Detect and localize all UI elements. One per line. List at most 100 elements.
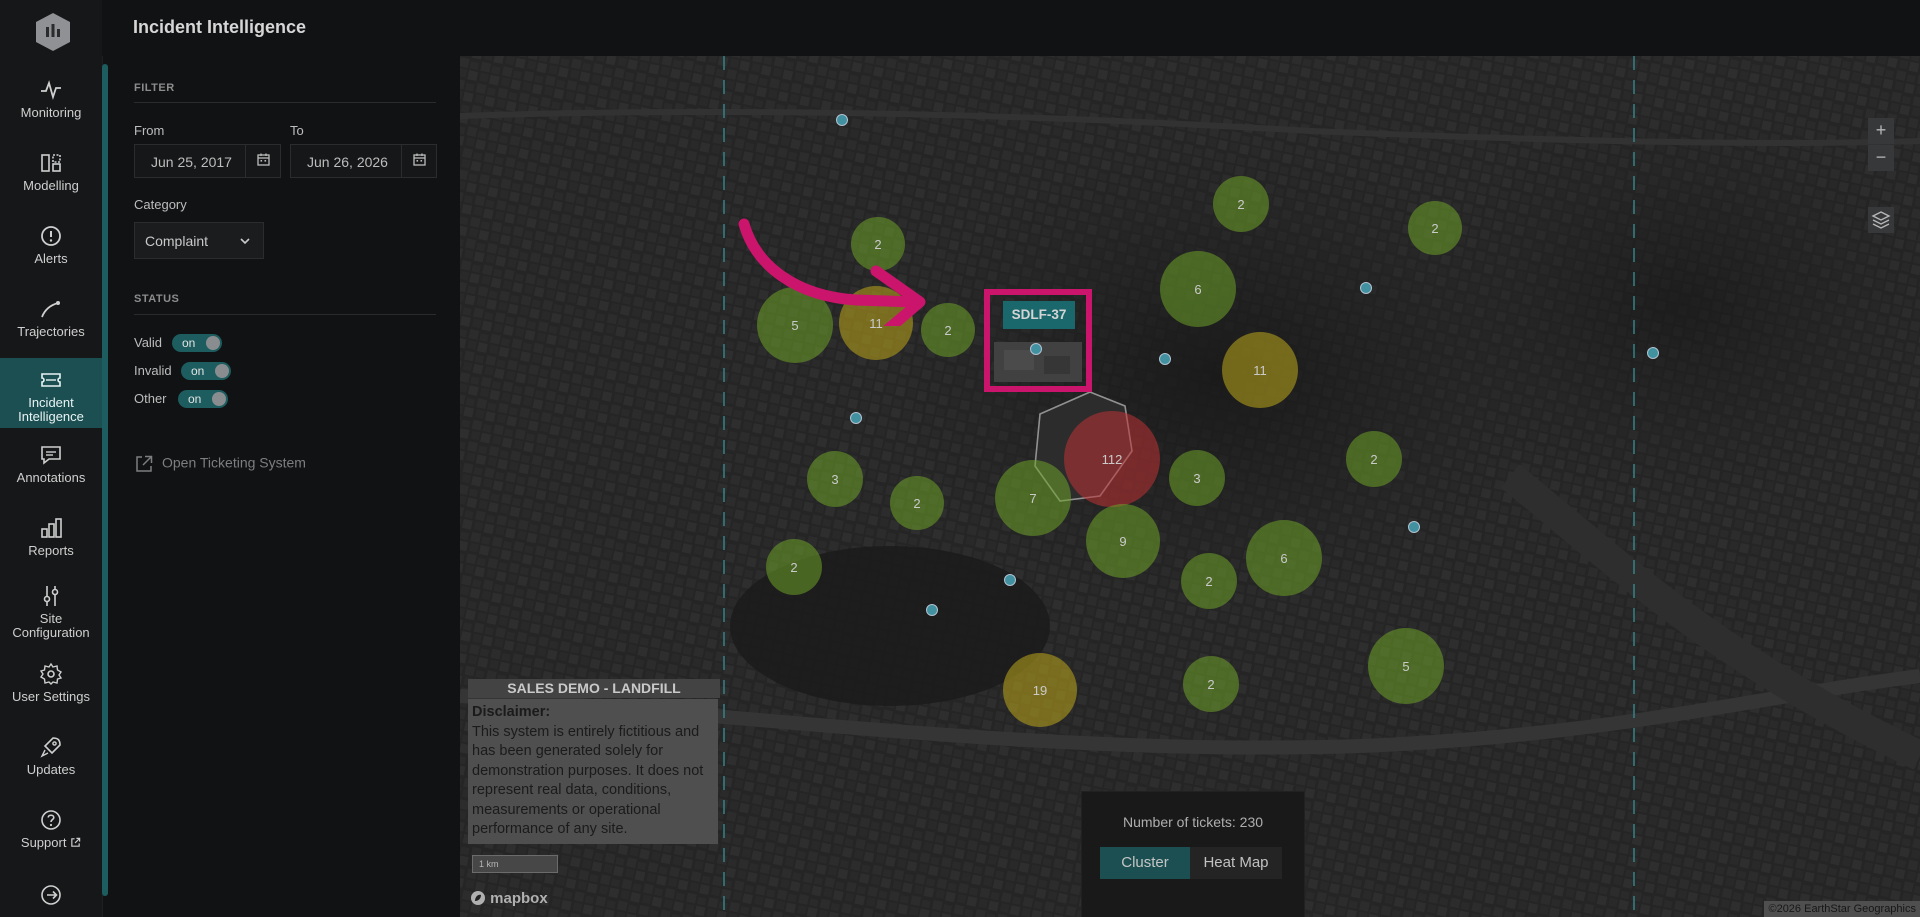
calendar-icon [257, 153, 270, 166]
divider [134, 314, 436, 315]
valid-toggle[interactable]: on [172, 334, 222, 352]
cluster-view-button[interactable]: Cluster [1100, 847, 1190, 879]
alert-icon [41, 226, 61, 246]
to-date-value: Jun 26, 2026 [307, 154, 388, 170]
sidebar-item-label: Modelling [23, 178, 79, 193]
page-title: Incident Intelligence [133, 17, 307, 37]
incident-marker[interactable] [1004, 574, 1016, 586]
sidebar-item-annotations[interactable]: Annotations [0, 433, 102, 505]
map-cluster[interactable]: 3 [1169, 450, 1225, 506]
heatmap-view-button[interactable]: Heat Map [1190, 847, 1282, 879]
toggle-state: on [188, 392, 202, 406]
map-attribution[interactable]: ©2026 EarthStar Geographics [1764, 901, 1920, 917]
sidebar-item-label: Support [20, 835, 67, 850]
other-toggle[interactable]: on [178, 390, 228, 408]
external-link-icon [136, 455, 153, 472]
sidebar-item-reports[interactable]: Reports [0, 506, 102, 578]
sidebar-item-modelling[interactable]: Modelling [0, 141, 102, 213]
logout-icon[interactable] [39, 883, 63, 907]
sidebar-item-trajectories[interactable]: Trajectories [0, 287, 102, 359]
incident-marker[interactable] [1360, 282, 1372, 294]
annotation-icon [41, 446, 61, 465]
toggle-knob [212, 392, 226, 406]
sidebar-item-label: Monitoring [20, 105, 82, 120]
category-select[interactable]: Complaint [134, 222, 264, 259]
category-label: Category [134, 197, 187, 212]
map-cluster[interactable]: 2 [1213, 176, 1269, 232]
calendar-button[interactable] [401, 145, 436, 177]
map-cluster[interactable]: 19 [1003, 653, 1077, 727]
map-cluster[interactable]: 3 [807, 451, 863, 507]
map-scale: 1 km [472, 855, 558, 873]
sidebar-scrollbar[interactable] [102, 64, 108, 896]
ticket-label[interactable]: SDLF-37 [1003, 301, 1075, 329]
map-cluster[interactable]: 2 [1183, 656, 1239, 712]
map-cluster[interactable]: 6 [1160, 251, 1236, 327]
sidebar-item-incident-intelligence[interactable]: Incident Intelligence [0, 358, 102, 428]
monitoring-icon [41, 80, 61, 101]
map-cluster[interactable]: 2 [890, 476, 944, 530]
layers-icon [1871, 211, 1891, 229]
map-cluster[interactable]: 2 [766, 539, 822, 595]
incident-marker[interactable] [1159, 353, 1171, 365]
map-cluster[interactable]: 2 [1408, 201, 1462, 255]
open-ticketing-link[interactable]: Open Ticketing System [134, 454, 306, 474]
toggle-state: on [191, 364, 205, 378]
toggle-knob [206, 336, 220, 350]
disclaimer-heading: Disclaimer: [472, 704, 551, 720]
sidebar-item-site-configuration[interactable]: Site Configuration [0, 574, 102, 646]
reports-icon [41, 518, 62, 538]
app-logo[interactable] [34, 12, 72, 52]
sidebar-item-label: Site Configuration [12, 611, 90, 640]
zoom-out-button[interactable]: − [1868, 145, 1894, 171]
modelling-icon [41, 154, 61, 172]
sidebar-item-updates[interactable]: Updates [0, 725, 102, 797]
mapbox-logo[interactable]: mapbox [470, 890, 548, 907]
sidebar-item-label: Alerts [34, 251, 68, 266]
map-cluster[interactable]: 112 [1064, 411, 1160, 507]
ticketing-link-label: Open Ticketing System [162, 454, 306, 471]
map-cluster[interactable]: 5 [1368, 628, 1444, 704]
sidebar-item-user-settings[interactable]: User Settings [0, 652, 102, 724]
incident-marker[interactable] [1408, 521, 1420, 533]
valid-label: Valid [134, 335, 162, 350]
calendar-icon [413, 153, 426, 166]
layers-button[interactable] [1868, 207, 1894, 233]
from-date-field[interactable]: Jun 25, 2017 [134, 144, 281, 178]
rocket-icon [40, 737, 61, 758]
selected-incident-marker[interactable] [1030, 343, 1042, 355]
sidebar-item-support[interactable]: Support [0, 798, 102, 870]
sidebar: Monitoring Modelling Alerts Trajectories… [0, 0, 103, 917]
sidebar-item-label: Annotations [16, 470, 86, 485]
incident-marker[interactable] [1647, 347, 1659, 359]
mapbox-label: mapbox [490, 890, 548, 907]
mapbox-icon [471, 891, 485, 905]
map-cluster[interactable]: 11 [1222, 332, 1298, 408]
incident-marker[interactable] [836, 114, 848, 126]
to-date-field[interactable]: Jun 26, 2026 [290, 144, 437, 178]
filter-panel: FILTER From Jun 25, 2017 To Jun 26, 2026… [110, 56, 460, 917]
zoom-in-button[interactable]: + [1868, 118, 1894, 144]
sidebar-item-alerts[interactable]: Alerts [0, 214, 102, 286]
map-cluster[interactable]: 7 [995, 460, 1071, 536]
calendar-button[interactable] [245, 145, 280, 177]
invalid-label: Invalid [134, 363, 172, 378]
map-cluster[interactable]: 9 [1086, 504, 1160, 578]
map-cluster[interactable]: 2 [1181, 553, 1237, 609]
map-cluster[interactable]: 6 [1246, 520, 1322, 596]
status-section-title: STATUS [134, 293, 180, 305]
invalid-toggle[interactable]: on [181, 362, 231, 380]
incident-marker[interactable] [850, 412, 862, 424]
sidebar-item-monitoring[interactable]: Monitoring [0, 68, 102, 140]
demo-banner-title: SALES DEMO - LANDFILL [468, 679, 720, 698]
map-view[interactable]: 2 5 11 2 2 6 2 11 112 3 2 7 3 9 2 6 2 2 … [460, 56, 1920, 917]
pointer-arrow-icon [738, 218, 926, 326]
sliders-icon [43, 586, 59, 606]
top-header: Incident Intelligence [102, 0, 1920, 56]
sidebar-item-label: Updates [26, 762, 76, 777]
other-label: Other [134, 391, 167, 406]
disclaimer-box: Disclaimer: This system is entirely fict… [468, 699, 718, 844]
plus-icon: + [1875, 120, 1887, 140]
incident-marker[interactable] [926, 604, 938, 616]
map-cluster[interactable]: 2 [1346, 431, 1402, 487]
